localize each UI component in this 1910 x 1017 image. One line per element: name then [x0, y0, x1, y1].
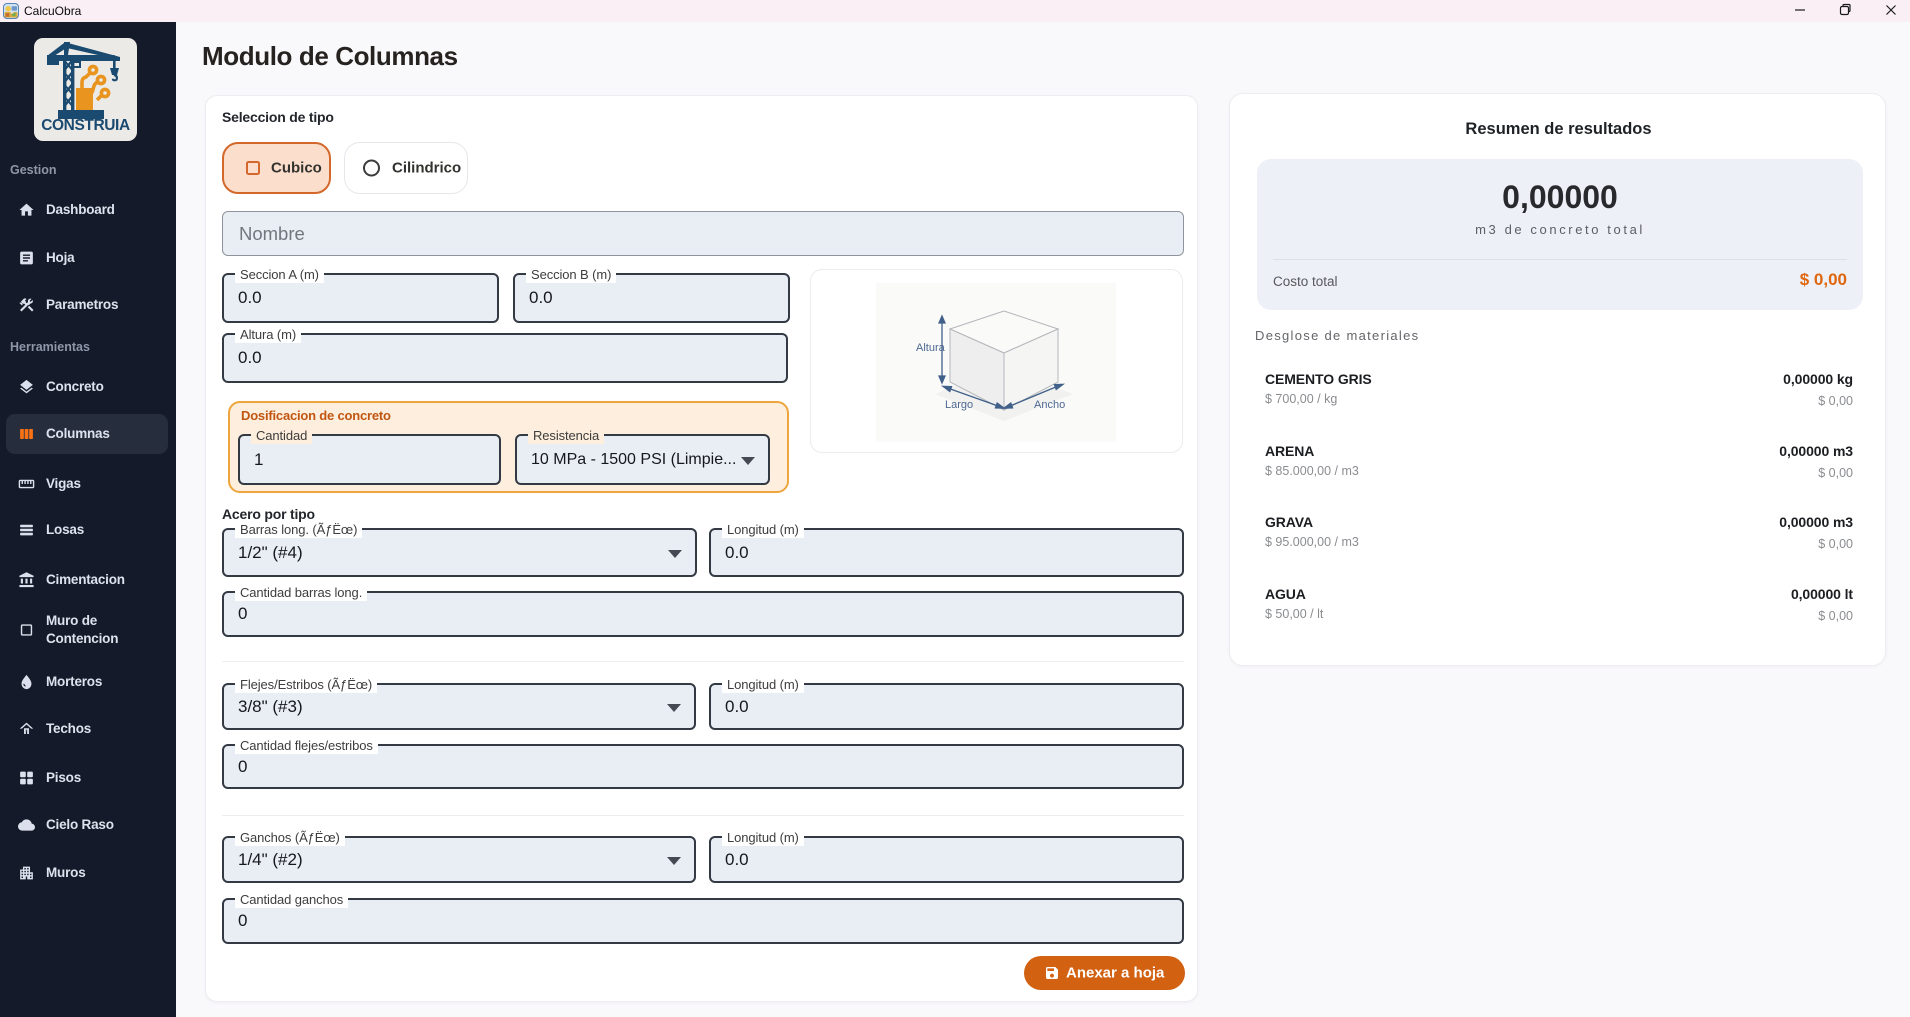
- svg-text:Altura: Altura: [916, 342, 946, 354]
- svg-text:Ancho: Ancho: [1034, 399, 1065, 411]
- svg-text:CONSTRUIA: CONSTRUIA: [41, 117, 130, 134]
- svg-text:Largo: Largo: [945, 399, 973, 411]
